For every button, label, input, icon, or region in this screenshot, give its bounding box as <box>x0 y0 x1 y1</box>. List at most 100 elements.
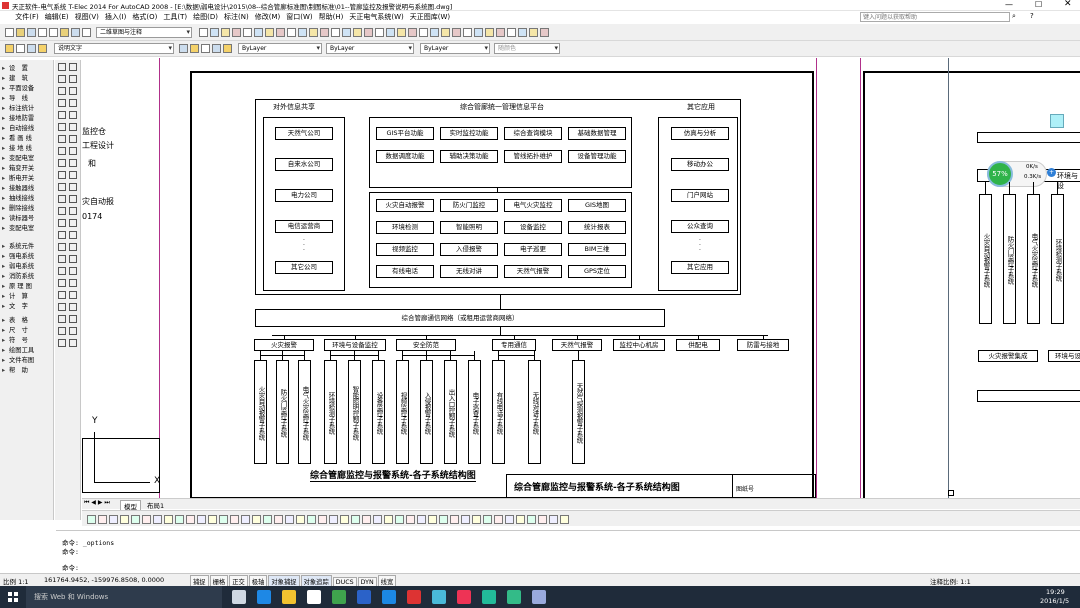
taskbar-app-icon[interactable] <box>257 590 271 604</box>
toolbar-tool-icon[interactable] <box>472 515 481 524</box>
draw-tool-icon[interactable] <box>69 279 77 287</box>
toolbar-tool-icon[interactable] <box>263 515 272 524</box>
menu-item[interactable]: 编辑(E) <box>42 11 72 24</box>
toolbar-tool-icon[interactable] <box>395 515 404 524</box>
taskbar-app-icon[interactable] <box>357 590 371 604</box>
toolbar-tool-icon[interactable] <box>518 28 527 37</box>
taskbar-app-icon[interactable] <box>307 590 321 604</box>
toolbar-tool-icon[interactable] <box>307 515 316 524</box>
toolbar-tool-icon[interactable] <box>212 44 221 53</box>
toolbar-tool-icon[interactable] <box>439 515 448 524</box>
panel-item[interactable]: ▸ 消防系统 <box>2 272 34 281</box>
toolbar-tool-icon[interactable] <box>27 44 36 53</box>
taskbar-app-icon[interactable] <box>407 590 421 604</box>
draw-tool-icon[interactable] <box>58 303 66 311</box>
draw-tool-icon[interactable] <box>69 171 77 179</box>
annotation-scale[interactable]: 注释比例: 1:1 <box>930 576 971 586</box>
draw-tool-icon[interactable] <box>58 231 66 239</box>
toolbar-tool-icon[interactable] <box>296 515 305 524</box>
draw-tool-icon[interactable] <box>58 147 66 155</box>
toolbar-tool-icon[interactable] <box>164 515 173 524</box>
toolbar-tool-icon[interactable] <box>461 515 470 524</box>
draw-tool-icon[interactable] <box>69 147 77 155</box>
draw-tool-icon[interactable] <box>58 315 66 323</box>
panel-item[interactable]: ▸ 文 字 <box>2 302 28 311</box>
panel-item[interactable]: ▸ 符 号 <box>2 336 28 345</box>
color-select[interactable]: ByLayer <box>238 43 322 54</box>
draw-tool-icon[interactable] <box>58 87 66 95</box>
scale-readout[interactable]: 比例 1:1 <box>3 576 29 586</box>
toolbar-tool-icon[interactable] <box>364 28 373 37</box>
toolbar-tool-icon[interactable] <box>441 28 450 37</box>
draw-tool-icon[interactable] <box>58 267 66 275</box>
toolbar-tool-icon[interactable] <box>351 515 360 524</box>
toolbar-tool-icon[interactable] <box>285 515 294 524</box>
toolbar-tool-icon[interactable] <box>340 515 349 524</box>
draw-tool-icon[interactable] <box>58 327 66 335</box>
menu-item[interactable]: 天正电气系统(W) <box>346 11 406 24</box>
lineweight-select[interactable]: ByLayer <box>420 43 490 54</box>
toolbar-tool-icon[interactable] <box>430 28 439 37</box>
taskbar-search[interactable]: 搜索 Web 和 Windows <box>26 586 222 608</box>
toolbar-tool-icon[interactable] <box>87 515 96 524</box>
toolbar-tool-icon[interactable] <box>463 28 472 37</box>
draw-tool-icon[interactable] <box>69 315 77 323</box>
draw-tool-icon[interactable] <box>69 291 77 299</box>
toolbar-tool-icon[interactable] <box>243 28 252 37</box>
widget-close-icon[interactable]: + <box>1047 168 1056 177</box>
draw-tool-icon[interactable] <box>58 63 66 71</box>
panel-item[interactable]: ▸ 箱变开关 <box>2 164 34 173</box>
toolbar-tool-icon[interactable] <box>450 515 459 524</box>
toolbar-tool-icon[interactable] <box>208 515 217 524</box>
toolbar-tool-icon[interactable] <box>417 515 426 524</box>
panel-item[interactable]: ▸ 读标器号 <box>2 214 34 223</box>
draw-tool-icon[interactable] <box>69 63 77 71</box>
menu-item[interactable]: 文件(F) <box>12 11 42 24</box>
toolbar-tool-icon[interactable] <box>538 515 547 524</box>
draw-tool-icon[interactable] <box>58 183 66 191</box>
draw-tool-icon[interactable] <box>69 267 77 275</box>
toolbar-tool-icon[interactable] <box>179 44 188 53</box>
close-button[interactable]: ✕ <box>1064 0 1072 9</box>
taskbar-app-icon[interactable] <box>457 590 471 604</box>
draw-tool-icon[interactable] <box>69 159 77 167</box>
menu-item[interactable]: 修改(M) <box>252 11 284 24</box>
toolbar-tool-icon[interactable] <box>38 44 47 53</box>
draw-tool-icon[interactable] <box>69 99 77 107</box>
draw-tool-icon[interactable] <box>69 111 77 119</box>
menu-item[interactable]: 视图(V) <box>72 11 102 24</box>
toolbar-tool-icon[interactable] <box>109 515 118 524</box>
draw-tool-icon[interactable] <box>69 87 77 95</box>
panel-item[interactable]: ▸ 设 置 <box>2 64 28 73</box>
toolbar-tool-icon[interactable] <box>5 44 14 53</box>
taskbar-app-icon[interactable] <box>432 590 446 604</box>
toolbar-tool-icon[interactable] <box>230 515 239 524</box>
toolbar-tool-icon[interactable] <box>494 515 503 524</box>
menu-item[interactable]: 标注(N) <box>221 11 252 24</box>
toolbar-tool-icon[interactable] <box>309 28 318 37</box>
menu-item[interactable]: 插入(I) <box>102 11 130 24</box>
panel-item[interactable]: ▸ 导 线 <box>2 94 28 103</box>
drawing-canvas[interactable]: 监控仓 工程设计 和 灾自动报 0174 Y X 对外信息共享 综合管廊统一管理… <box>82 58 1080 499</box>
tab-nav-icon[interactable]: ⏮ ◀ ▶ ⏭ <box>84 499 110 507</box>
toolbar-tool-icon[interactable] <box>373 515 382 524</box>
taskbar-app-icon[interactable] <box>482 590 496 604</box>
toolbar-tool-icon[interactable] <box>27 28 36 37</box>
toolbar-tool-icon[interactable] <box>254 28 263 37</box>
draw-tool-icon[interactable] <box>58 255 66 263</box>
toolbar-tool-icon[interactable] <box>201 44 210 53</box>
menu-item[interactable]: 工具(T) <box>160 11 190 24</box>
menu-item[interactable]: 天正图库(W) <box>407 11 453 24</box>
taskbar-app-icon[interactable] <box>332 590 346 604</box>
panel-item[interactable]: ▸ 删除接线 <box>2 204 34 213</box>
panel-item[interactable]: ▸ 平面设备 <box>2 84 34 93</box>
toolbar-tool-icon[interactable] <box>408 28 417 37</box>
toolbar-tool-icon[interactable] <box>186 515 195 524</box>
help-icon[interactable]: ? <box>1030 12 1034 20</box>
panel-item[interactable]: ▸ 自动接线 <box>2 124 34 133</box>
toolbar-tool-icon[interactable] <box>221 28 230 37</box>
draw-tool-icon[interactable] <box>58 219 66 227</box>
toolbar-tool-icon[interactable] <box>210 28 219 37</box>
toolbar-tool-icon[interactable] <box>419 28 428 37</box>
taskbar-app-icon[interactable] <box>532 590 546 604</box>
